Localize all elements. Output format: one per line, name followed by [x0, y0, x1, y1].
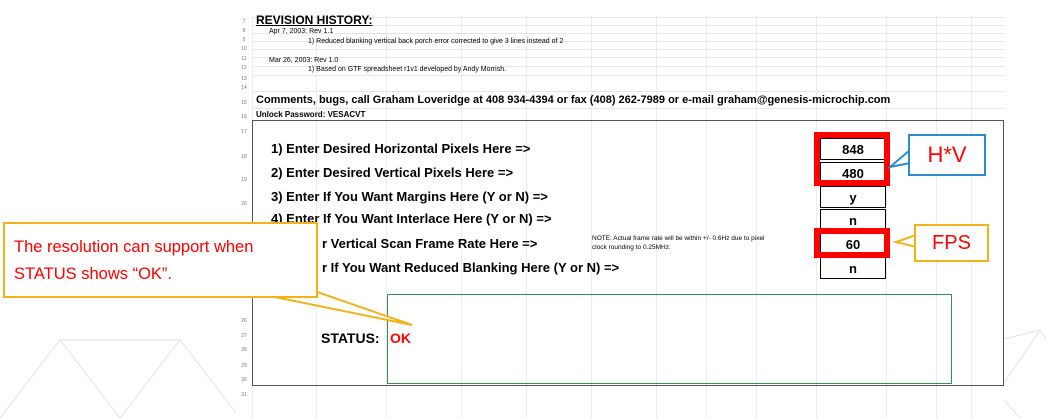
hv-callout: H*V: [908, 134, 986, 176]
row-number: 20: [241, 201, 247, 207]
row-number: 18: [241, 154, 247, 160]
row-number: 30: [241, 377, 247, 383]
status-label: STATUS:: [321, 330, 380, 346]
row-number: 28: [241, 347, 247, 353]
note-line: clock rounding to 0.25MHz.: [592, 244, 671, 251]
status-callout-line: STATUS shows “OK”.: [14, 265, 172, 283]
margins-label: 3) Enter If You Want Margins Here (Y or …: [271, 189, 548, 204]
row-number: 9: [242, 37, 246, 43]
status-value: OK: [390, 330, 411, 346]
row-number: 15: [241, 100, 247, 106]
comments-text: Comments, bugs, call Graham Loveridge at…: [256, 94, 891, 106]
status-callout-line: The resolution can support when: [14, 238, 254, 256]
row-number: 26: [241, 318, 247, 324]
frame-rate-note: NOTE: Actual frame rate will be within +…: [592, 234, 765, 252]
row-number: 10: [241, 46, 247, 52]
frame-rate-label: r Vertical Scan Frame Rate Here =>: [322, 236, 538, 251]
resolution-highlight: [814, 132, 890, 186]
row-number: 16: [241, 114, 247, 120]
row-number: 14: [241, 85, 247, 91]
revision-entry: Mar 26, 2003: Rev 1.0: [269, 57, 339, 64]
row-number: 29: [241, 363, 247, 369]
status-callout: The resolution can support when STATUS s…: [3, 222, 318, 298]
revision-entry: Apr 7, 2003: Rev 1.1: [269, 28, 334, 35]
row-number: 17: [241, 129, 247, 135]
row-number: 7: [242, 19, 246, 25]
revision-entry: 1) Reduced blanking vertical back porch …: [308, 38, 564, 45]
fps-callout: FPS: [914, 224, 989, 262]
status-box: [387, 294, 952, 384]
row-number: 31: [241, 392, 247, 398]
margins-input[interactable]: y: [820, 186, 886, 208]
revision-heading: REVISION HISTORY:: [256, 13, 373, 27]
row-number: 12: [241, 65, 247, 71]
note-line: NOTE: Actual frame rate will be within +…: [592, 235, 765, 242]
horizontal-pixels-label: 1) Enter Desired Horizontal Pixels Here …: [271, 141, 531, 156]
row-number: 8: [242, 28, 246, 34]
row-number: 11: [241, 56, 247, 62]
vertical-pixels-label: 2) Enter Desired Vertical Pixels Here =>: [271, 165, 514, 180]
row-number: 19: [241, 177, 247, 183]
revision-entry: 1) Based on GTF spreadsheet r1v1 develop…: [308, 66, 507, 73]
row-number: 27: [241, 333, 247, 339]
spreadsheet: 7 8 9 10 11 12 13 14 15 16 17 18 19 20 2…: [236, 0, 1004, 418]
reduced-blanking-label: r If You Want Reduced Blanking Here (Y o…: [322, 260, 620, 275]
unlock-password: Unlock Password: VESACVT: [256, 110, 366, 119]
frame-rate-highlight: [814, 228, 890, 258]
row-number: 13: [241, 76, 247, 82]
reduced-blanking-input[interactable]: n: [820, 257, 886, 279]
